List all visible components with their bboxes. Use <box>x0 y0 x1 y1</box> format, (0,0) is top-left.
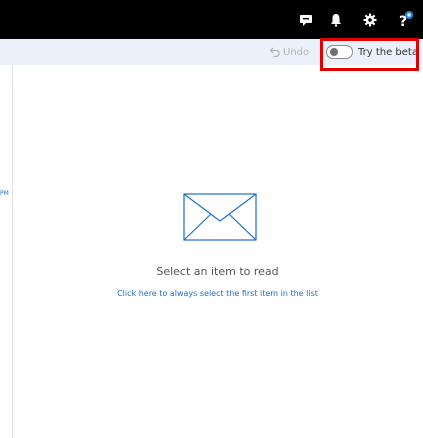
message-time: PM <box>0 190 9 197</box>
gear-icon[interactable] <box>357 0 383 39</box>
undo-label: Undo <box>283 46 310 58</box>
bell-icon[interactable] <box>323 0 349 39</box>
message-list-pane: PM <box>0 65 13 438</box>
select-first-item-link[interactable]: Click here to always select the first it… <box>0 289 423 298</box>
envelope-icon <box>183 193 257 245</box>
chat-icon[interactable] <box>293 0 319 39</box>
undo-icon <box>270 47 280 57</box>
top-navigation-bar: ? <box>0 0 423 39</box>
help-icon[interactable]: ? <box>392 0 418 39</box>
highlight-box <box>320 38 419 71</box>
undo-button[interactable]: Undo <box>270 39 309 65</box>
empty-state-title: Select an item to read <box>156 265 279 278</box>
